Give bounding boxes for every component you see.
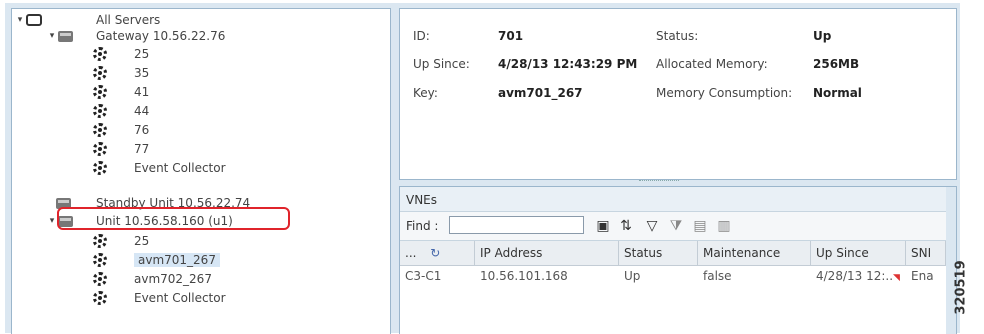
tree-item-label: Gateway 10.56.22.76: [96, 28, 226, 43]
tree-item-label: 35: [134, 65, 150, 80]
tree-item-gateway[interactable]: ▾ Gateway 10.56.22.76: [46, 27, 226, 44]
tree-item-label: 25: [134, 46, 150, 61]
save-icon[interactable]: ▣: [595, 218, 611, 234]
gear-icon: [92, 46, 108, 61]
tree-item-all-servers[interactable]: ▾ All Servers: [14, 11, 161, 28]
filter-clear-icon[interactable]: ⧩: [668, 218, 684, 234]
gear-icon: [92, 65, 108, 80]
gear-icon: [92, 160, 108, 175]
vnes-title: VNEs: [406, 193, 438, 207]
tree-item-label: 44: [134, 103, 150, 118]
allocated-memory-value: 256MB: [813, 57, 860, 71]
expand-arrow-icon[interactable]: ▾: [46, 31, 58, 41]
tree-item-label: avm702_267: [134, 271, 212, 286]
id-value: 701: [498, 29, 524, 43]
cell-ip-address: 10.56.101.168: [480, 269, 568, 283]
status-value: Up: [813, 29, 832, 43]
id-label: ID:: [413, 29, 430, 43]
tree-item-vm[interactable]: 35: [92, 64, 149, 81]
gear-icon: [92, 122, 108, 137]
up-since-value: 4/28/13 12:43:29 PM: [498, 57, 638, 71]
folder-icon: [26, 13, 42, 27]
tree-item-label: Event Collector: [134, 290, 226, 305]
filter-icon[interactable]: ▽: [644, 218, 660, 234]
figure-id: 320519: [953, 260, 969, 315]
vnes-header: VNEs: [400, 187, 956, 212]
gateway-icon: [58, 29, 74, 43]
allocated-memory-label: Allocated Memory:: [656, 57, 768, 71]
find-input[interactable]: [449, 216, 584, 234]
cell-maintenance: false: [703, 269, 732, 283]
tree-item-vm-selected[interactable]: avm701_267: [92, 251, 220, 268]
gear-icon: [92, 252, 108, 267]
gear-icon: [92, 141, 108, 156]
tree-item-label: 76: [134, 122, 150, 137]
column-header-status[interactable]: Status: [619, 241, 698, 265]
gear-icon: [92, 84, 108, 99]
cell-name: C3-C1: [405, 269, 442, 283]
cell-status: Up: [624, 269, 641, 283]
highlight-callout: [57, 207, 290, 230]
export-icon[interactable]: ▥: [716, 218, 732, 234]
tree-item-label: All Servers: [96, 12, 161, 27]
tree-item-label: 41: [134, 84, 150, 99]
column-header-name[interactable]: ... ↻: [400, 241, 475, 265]
find-label: Find :: [406, 219, 439, 233]
column-header-maintenance[interactable]: Maintenance: [698, 241, 811, 265]
sort-az-icon[interactable]: ⇅: [618, 218, 634, 234]
column-header-up-since[interactable]: Up Since: [811, 241, 906, 265]
columns-icon[interactable]: ▤: [692, 218, 708, 234]
memory-consumption-value: Normal: [813, 86, 862, 100]
tree-item-vm[interactable]: 41: [92, 83, 149, 100]
gear-icon: [92, 103, 108, 118]
pane-splitter[interactable]: [639, 180, 679, 183]
tree-item-vm[interactable]: 76: [92, 121, 149, 138]
tree-item-label: 25: [134, 233, 150, 248]
cell-up-since: 4/28/13 12:..◥: [816, 269, 900, 283]
column-header-sni[interactable]: SNI: [906, 241, 946, 265]
key-label: Key:: [413, 86, 438, 100]
up-since-label: Up Since:: [413, 57, 470, 71]
tree-item-label: Event Collector: [134, 160, 226, 175]
truncated-marker-icon: ◥: [893, 273, 900, 283]
vnes-toolbar: Find : ▣ ⇅ ▽ ⧩ ▤ ▥: [400, 212, 956, 241]
gear-icon: [92, 271, 108, 286]
vnes-table-header: ... ↻ IP Address Status Maintenance Up S…: [400, 241, 956, 266]
key-value: avm701_267: [498, 86, 583, 100]
details-panel: ID: 701 Up Since: 4/28/13 12:43:29 PM Ke…: [399, 8, 957, 180]
tree-item-vm[interactable]: 25: [92, 232, 149, 249]
expand-arrow-icon[interactable]: ▾: [14, 15, 26, 25]
server-tree-panel: ▾ All Servers ▾ Gateway 10.56.22.76 25 3…: [11, 8, 391, 334]
memory-consumption-label: Memory Consumption:: [656, 86, 793, 100]
tree-item-event-collector[interactable]: Event Collector: [92, 159, 226, 176]
cell-sni: Ena: [911, 269, 934, 283]
tree-item-label: 77: [134, 141, 150, 156]
tree-item-label: avm701_267: [134, 252, 220, 267]
gear-icon: [92, 290, 108, 305]
status-label: Status:: [656, 29, 699, 43]
gear-icon: [92, 233, 108, 248]
tree-item-vm[interactable]: 25: [92, 45, 149, 62]
vnes-panel: VNEs Find : ▣ ⇅ ▽ ⧩ ▤ ▥ ... ↻ IP Address…: [399, 186, 957, 334]
sort-icon[interactable]: ↻: [430, 246, 440, 260]
tree-item-vm[interactable]: avm702_267: [92, 270, 212, 287]
tree-item-vm[interactable]: 77: [92, 140, 149, 157]
tree-item-vm[interactable]: 44: [92, 102, 149, 119]
tree-item-event-collector[interactable]: Event Collector: [92, 289, 226, 306]
column-header-ip-address[interactable]: IP Address: [475, 241, 619, 265]
